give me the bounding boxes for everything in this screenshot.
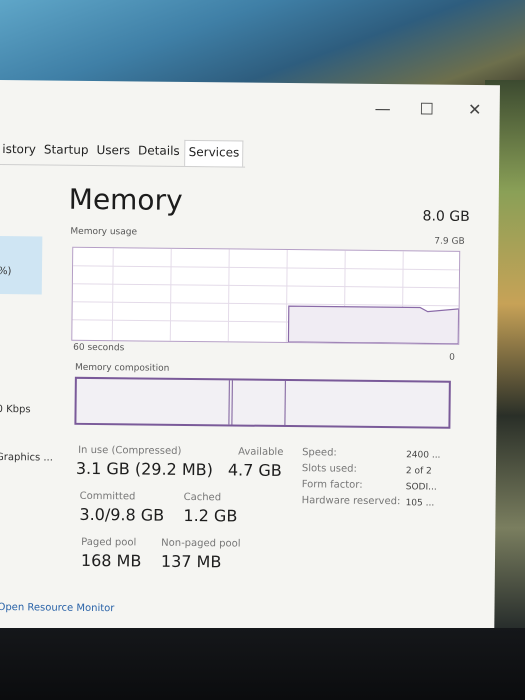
speed-label: Speed: <box>302 447 337 459</box>
tab-bar: istory Startup Users Details Services <box>0 137 246 168</box>
in-use-label: In use (Compressed) <box>78 444 182 457</box>
slots-used-value: 2 of 2 <box>405 466 432 477</box>
sidebar-item-gpu[interactable]: Graphics ... <box>0 452 53 464</box>
speed-value: 2400 ... <box>406 450 441 461</box>
paged-pool-value: 168 MB <box>80 550 142 571</box>
slots-used-label: Slots used: <box>301 463 357 475</box>
paged-pool-label: Paged pool <box>81 536 137 549</box>
tab-services[interactable]: Services <box>184 139 244 167</box>
memory-usage-max: 7.9 GB <box>434 236 465 247</box>
in-use-value: 3.1 GB (29.2 MB) <box>75 458 213 480</box>
memory-usage-graph <box>71 246 461 345</box>
available-label: Available <box>238 446 284 458</box>
time-span-label: 60 seconds <box>73 342 125 354</box>
minimize-icon[interactable]: — <box>370 98 396 120</box>
title-bar: — ☐ ✕ <box>0 80 500 137</box>
memory-usage-label: Memory usage <box>70 226 138 238</box>
form-factor-label: Form factor: <box>301 479 363 491</box>
cached-value: 1.2 GB <box>183 505 238 526</box>
composition-in-use <box>76 378 230 425</box>
graph-zero-label: 0 <box>449 352 455 363</box>
nonpaged-pool-value: 137 MB <box>160 551 222 572</box>
open-resource-monitor-link[interactable]: Open Resource Monitor <box>0 602 114 614</box>
memory-usage-area <box>287 305 460 345</box>
tab-startup[interactable]: Startup <box>41 138 92 165</box>
task-manager-window: — ☐ ✕ istory Startup Users Details Servi… <box>0 80 500 634</box>
hardware-reserved-value: 105 ... <box>405 498 435 509</box>
hardware-reserved-label: Hardware reserved: <box>301 495 401 508</box>
available-value: 4.7 GB <box>227 460 282 480</box>
tab-details[interactable]: Details <box>135 139 183 165</box>
memory-total: 8.0 GB <box>422 208 470 225</box>
nonpaged-pool-label: Non-paged pool <box>161 537 241 550</box>
close-icon[interactable]: ✕ <box>462 99 488 121</box>
tab-history[interactable]: istory <box>0 138 39 164</box>
maximize-icon[interactable]: ☐ <box>414 98 440 120</box>
sidebar-item-memory-percent: %) <box>0 265 12 278</box>
committed-value: 3.0/9.8 GB <box>79 504 165 525</box>
memory-composition-bar <box>74 376 451 429</box>
cached-label: Cached <box>183 491 222 504</box>
form-factor-value: SODI... <box>405 482 437 493</box>
tab-users[interactable]: Users <box>93 139 133 165</box>
committed-label: Committed <box>79 490 136 503</box>
memory-composition-label: Memory composition <box>74 362 170 374</box>
monitor-bezel <box>0 628 525 700</box>
sidebar-item-network[interactable]: 0 Kbps <box>0 404 31 415</box>
memory-usage-chart <box>72 248 460 345</box>
page-title: Memory <box>68 182 183 217</box>
composition-standby <box>231 380 286 426</box>
